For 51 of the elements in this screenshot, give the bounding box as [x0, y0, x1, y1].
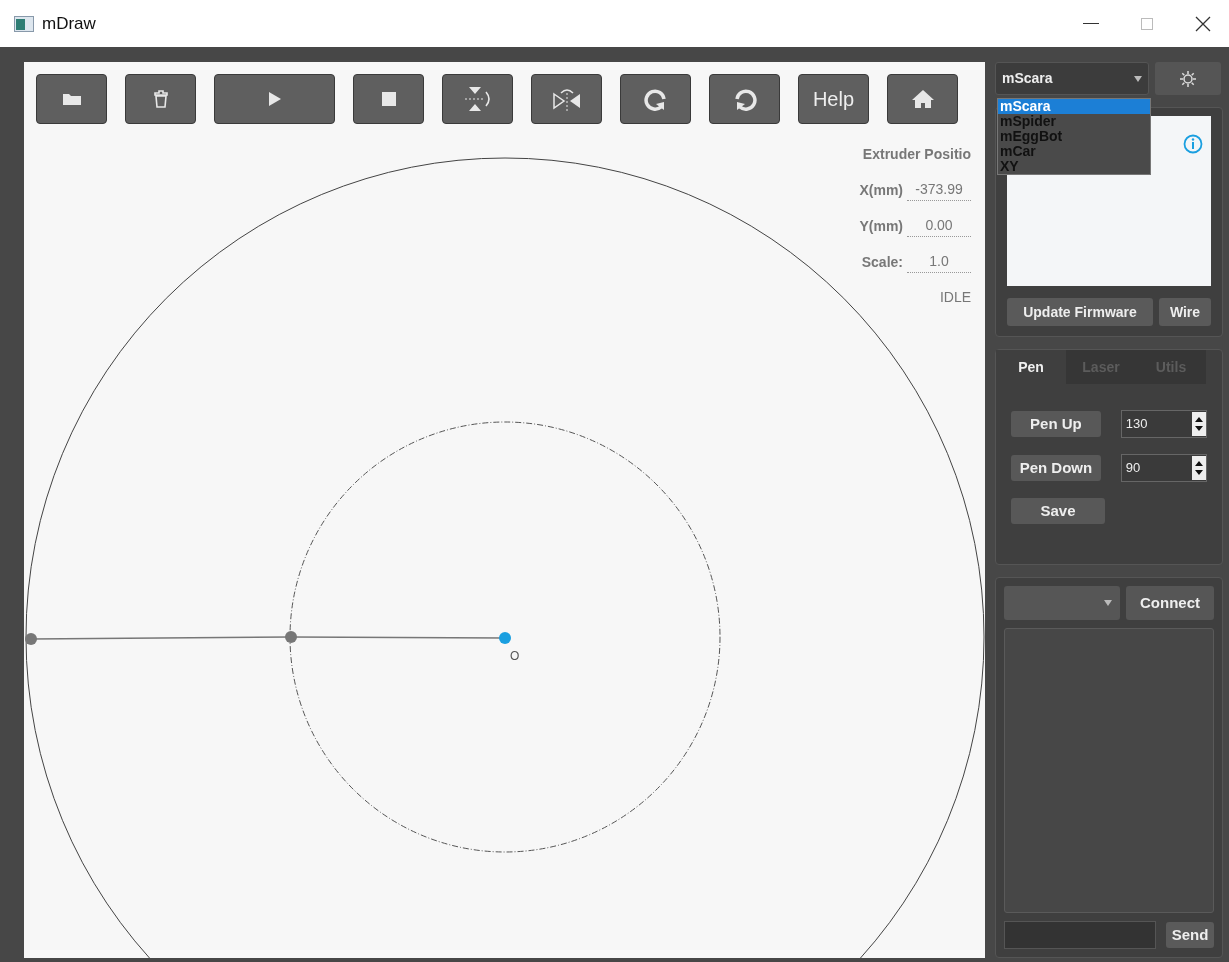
- trash-icon: [153, 90, 168, 108]
- flip-vertical-button[interactable]: [442, 74, 513, 124]
- play-icon: [267, 91, 282, 107]
- angle-spinbox[interactable]: 130: [1120, 410, 1207, 438]
- flip-vertical-icon: [462, 86, 493, 112]
- extruder-title: Extruder Positio: [862, 145, 971, 164]
- coordinate-label: X(mm): [859, 181, 903, 200]
- minimize-icon[interactable]: [1083, 22, 1099, 25]
- stop-button[interactable]: [353, 74, 424, 124]
- status-label: IDLE: [939, 288, 971, 307]
- app-icon: [14, 15, 34, 32]
- home-button[interactable]: [887, 74, 958, 124]
- coordinate-label: Y(mm): [859, 217, 903, 236]
- window-title: mDraw: [42, 12, 96, 35]
- flip-horizontal-button[interactable]: [531, 74, 602, 124]
- close-icon[interactable]: [1195, 15, 1211, 32]
- pen-down-button[interactable]: Pen Down: [1011, 455, 1101, 481]
- pen-up-button[interactable]: Pen Up: [1011, 411, 1101, 437]
- folder-icon: [61, 92, 82, 106]
- help-button[interactable]: Help: [798, 74, 869, 124]
- flip-horizontal-icon: [551, 87, 582, 111]
- spin-arrows-icon[interactable]: [1192, 412, 1206, 436]
- settings-button[interactable]: [1155, 62, 1221, 95]
- drawing-canvas[interactable]: O Help Extruder Positio X(mm) -373.99 Y(mm) 0.00 Scale: 1.0 IDLE: [24, 62, 985, 958]
- coordinate-value: -373.99: [907, 179, 971, 201]
- home-icon: [910, 89, 935, 109]
- update-firmware-button[interactable]: Update Firmware: [1007, 298, 1153, 326]
- machine-option[interactable]: mScara: [998, 99, 1150, 114]
- coordinate-value: 0.00: [907, 215, 971, 237]
- connect-button[interactable]: Connect: [1126, 586, 1214, 620]
- info-icon[interactable]: [1183, 134, 1203, 154]
- rotate-cw-button[interactable]: [620, 74, 691, 124]
- send-button[interactable]: Send: [1166, 922, 1214, 948]
- rotate-ccw-button[interactable]: [709, 74, 780, 124]
- rotate-clockwise-icon: [643, 87, 668, 111]
- coordinate-label: Scale:: [861, 253, 903, 272]
- delete-button[interactable]: [125, 74, 196, 124]
- coordinate-value: 1.0: [907, 251, 971, 273]
- wire-button[interactable]: Wire: [1159, 298, 1211, 326]
- spin-arrows-icon[interactable]: [1192, 456, 1206, 480]
- dropdown-arrow-icon: [1104, 600, 1112, 606]
- dropdown-arrow-icon: [1134, 75, 1142, 82]
- machine-dropdown[interactable]: mScara: [995, 62, 1149, 95]
- rotate-counterclockwise-icon: [732, 87, 757, 111]
- origin-label: O: [510, 648, 520, 665]
- open-button[interactable]: [36, 74, 107, 124]
- stop-icon: [381, 92, 396, 106]
- settings-icon: [1180, 70, 1196, 87]
- command-input[interactable]: [1004, 921, 1156, 949]
- save-button[interactable]: Save: [1011, 498, 1105, 524]
- angle-spinbox[interactable]: 90: [1120, 454, 1207, 482]
